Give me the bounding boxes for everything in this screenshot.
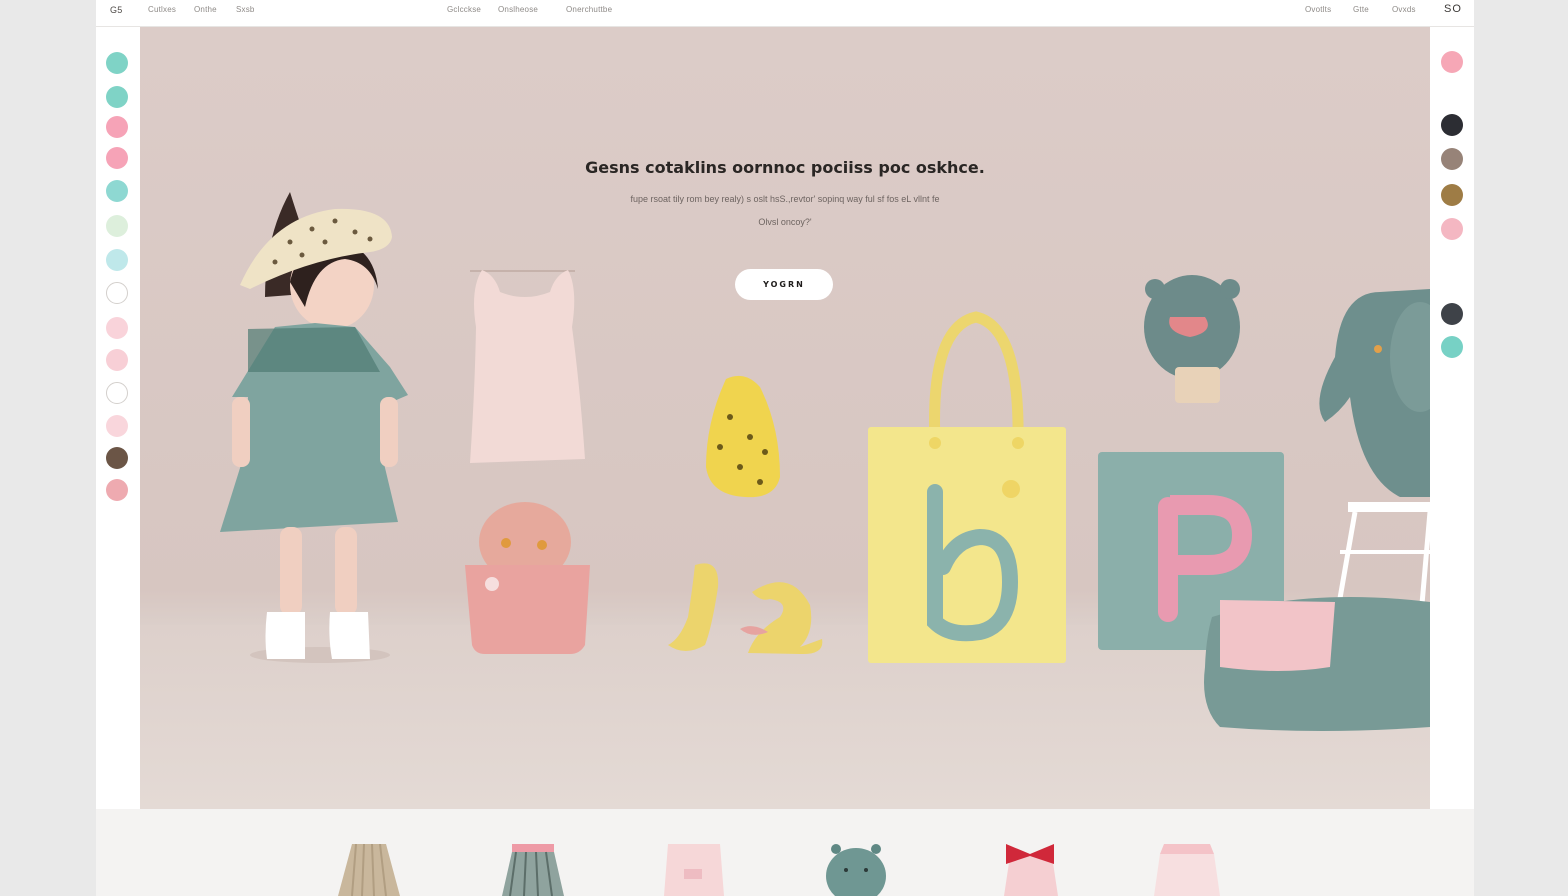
account-mark[interactable]: SO bbox=[1444, 3, 1462, 15]
pink-toy-basket bbox=[465, 502, 590, 654]
color-swatch-rail-left bbox=[96, 27, 140, 896]
swatch-right[interactable] bbox=[1441, 184, 1463, 206]
swatch-right[interactable] bbox=[1441, 114, 1463, 136]
nav-link-right-3[interactable]: Ovxds bbox=[1392, 5, 1416, 14]
site-logo[interactable]: G5 bbox=[110, 5, 122, 15]
thumb-dress-light-pink[interactable] bbox=[1152, 844, 1222, 896]
swatch-left[interactable] bbox=[106, 382, 128, 404]
storage-basket bbox=[1204, 597, 1430, 731]
hero-banner: Gesns cotaklins oornnoc pociiss poc oskh… bbox=[140, 27, 1430, 809]
nav-link-right-1[interactable]: Ovotlts bbox=[1305, 5, 1331, 14]
swatch-left[interactable] bbox=[106, 317, 128, 339]
nav-link-center-3[interactable]: Onerchuttbe bbox=[566, 5, 612, 14]
hero-subtitle-line-1: fupe rsoat tily rom bey realy) s oslt hs… bbox=[630, 194, 940, 204]
swatch-right[interactable] bbox=[1441, 218, 1463, 240]
knit-top-product bbox=[470, 270, 585, 463]
hippo-plush-toy bbox=[1144, 275, 1240, 403]
thumb-dress-pink[interactable] bbox=[660, 844, 730, 896]
thumb-skirt-beige[interactable] bbox=[334, 844, 404, 896]
thumb-skirt-striped[interactable] bbox=[498, 844, 568, 896]
hero-subtitle-line-2: Olvsl oncoy?' bbox=[758, 217, 812, 227]
product-scene-illustration bbox=[220, 192, 1430, 731]
swatch-left[interactable] bbox=[106, 215, 128, 237]
swatch-right[interactable] bbox=[1441, 148, 1463, 170]
swatch-right[interactable] bbox=[1441, 303, 1463, 325]
swatch-right[interactable] bbox=[1441, 51, 1463, 73]
product-thumbnail-strip bbox=[96, 809, 1474, 896]
girl-model-figure bbox=[220, 192, 408, 663]
swatch-left[interactable] bbox=[106, 249, 128, 271]
swatch-left[interactable] bbox=[106, 479, 128, 501]
nav-link-center-2[interactable]: Onslheose bbox=[498, 5, 538, 14]
swatch-left[interactable] bbox=[106, 116, 128, 138]
nav-link-center-1[interactable]: Gclcckse bbox=[447, 5, 481, 14]
yellow-tote-bag bbox=[868, 311, 1066, 663]
hero-cta-button[interactable]: YOGRN bbox=[735, 269, 833, 300]
swatch-left[interactable] bbox=[106, 52, 128, 74]
swatch-left[interactable] bbox=[106, 86, 128, 108]
swatch-left[interactable] bbox=[106, 447, 128, 469]
top-navigation-bar: G5 Cutlxes Onthe Sxsb Gclcckse Onslheose… bbox=[96, 0, 1474, 27]
elephant-plush-toy bbox=[1319, 289, 1430, 628]
nav-link-left-2[interactable]: Onthe bbox=[194, 5, 217, 14]
thumb-dress-bow[interactable] bbox=[996, 844, 1066, 896]
yellow-spotted-toy bbox=[706, 375, 780, 498]
swatch-left[interactable] bbox=[106, 282, 128, 304]
nav-link-right-2[interactable]: Gtte bbox=[1353, 5, 1369, 14]
yellow-letter-blocks bbox=[668, 563, 823, 655]
color-swatch-rail-right bbox=[1430, 27, 1474, 896]
thumb-plush-teal[interactable] bbox=[822, 844, 892, 896]
page: G5 Cutlxes Onthe Sxsb Gclcckse Onslheose… bbox=[96, 0, 1474, 896]
nav-link-left-3[interactable]: Sxsb bbox=[236, 5, 255, 14]
swatch-left[interactable] bbox=[106, 147, 128, 169]
swatch-left[interactable] bbox=[106, 415, 128, 437]
hero-headline: Gesns cotaklins oornnoc pociiss poc oskh… bbox=[585, 158, 985, 177]
swatch-left[interactable] bbox=[106, 349, 128, 371]
nav-link-left-1[interactable]: Cutlxes bbox=[148, 5, 176, 14]
swatch-left[interactable] bbox=[106, 180, 128, 202]
swatch-right[interactable] bbox=[1441, 336, 1463, 358]
